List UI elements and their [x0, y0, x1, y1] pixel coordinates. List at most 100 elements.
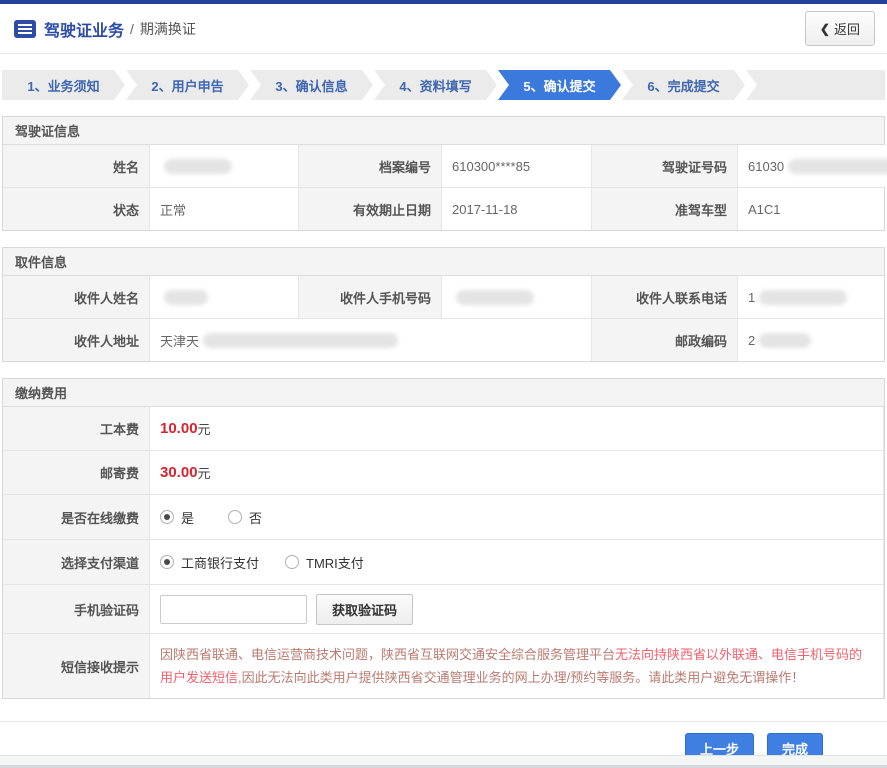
- pickup-label: 收件人手机号码: [299, 276, 442, 318]
- license-value-text: 61030: [748, 158, 785, 174]
- pickup-redacted-value: [164, 289, 208, 305]
- postage-fee-value: 30.00 元: [150, 451, 884, 494]
- payment-channel-option-tmri[interactable]: TMRI支付: [285, 553, 364, 572]
- license-value: 610300****85: [442, 145, 592, 187]
- payment-channel-tmri-label: TMRI支付: [306, 555, 364, 571]
- pickup-label: 收件人联系电话: [592, 276, 738, 318]
- postage-fee-unit: 元: [197, 466, 211, 481]
- postage-fee-amount: 30.00: [160, 464, 198, 481]
- step-6[interactable]: 6、完成提交: [622, 70, 745, 100]
- pickup-value-text: 天津天: [160, 333, 200, 349]
- license-row-2: 状态 正常 有效期止日期 2017-11-18 准驾车型 A1C1: [3, 187, 884, 230]
- license-info-table: 姓名 档案编号 610300****85 驾驶证号码 61030 状态 正常 有效期止日期 20…: [3, 145, 887, 230]
- license-value-text: 2017-11-18: [452, 201, 518, 217]
- breadcrumb-separator: /: [130, 20, 134, 37]
- pickup-info-table: 收件人姓名 收件人手机号码 收件人联系电话 1 收件人地址 天津天 邮政编码 2: [3, 276, 884, 361]
- radio-selected-icon[interactable]: [160, 510, 174, 524]
- sms-notice-text: 因陕西省联通、电信运营商技术问题，陕西省互联网交通安全综合服务管理平台无法向持陕…: [150, 634, 884, 698]
- pickup-redacted-value: [759, 332, 812, 348]
- license-value: [150, 145, 299, 187]
- license-label: 状态: [3, 188, 150, 230]
- pickup-redacted-value: [203, 332, 399, 348]
- back-arrow-icon: ❮: [819, 21, 830, 36]
- payment-channel-row: 选择支付渠道 工商银行支付 TMRI支付: [3, 539, 884, 584]
- get-sms-code-button[interactable]: 获取验证码: [316, 593, 414, 625]
- online-payment-radio-group: 是 否: [160, 508, 262, 527]
- payment-channel-value: 工商银行支付 TMRI支付: [150, 540, 884, 584]
- pickup-info-section: 取件信息 收件人姓名 收件人手机号码 收件人联系电话 1 收件人地址 天津天 邮政编码 2: [2, 247, 885, 362]
- sms-notice-part2: ,因此无法向此类用户提供陕西省交通管理业务的网上办理/预约等服务。请此类用户避免…: [238, 670, 805, 685]
- pickup-value: 2: [738, 319, 884, 361]
- payment-channel-radio-group: 工商银行支付 TMRI支付: [160, 553, 364, 572]
- license-value-text: 正常: [160, 202, 187, 218]
- radio-unselected-icon[interactable]: [228, 510, 243, 524]
- pickup-redacted-value: [759, 289, 848, 305]
- production-fee-unit: 元: [197, 422, 211, 437]
- license-business-icon: [14, 19, 36, 38]
- online-payment-yes-label: 是: [181, 510, 195, 526]
- license-value-text: 610300****85: [452, 158, 531, 174]
- pickup-label: 收件人姓名: [3, 276, 150, 318]
- pickup-label: 收件人地址: [3, 319, 150, 361]
- sms-notice-part1: 因陕西省联通、电信运营商技术问题，陕西省互联网交通安全综合服务管理平台: [160, 647, 616, 662]
- payment-channel-option-icbc[interactable]: 工商银行支付: [160, 553, 259, 572]
- radio-unselected-icon[interactable]: [285, 555, 300, 569]
- fees-section-title: 缴纳费用: [3, 379, 884, 407]
- pickup-value: [442, 276, 592, 318]
- radio-selected-icon[interactable]: [160, 555, 174, 569]
- payment-channel-icbc-label: 工商银行支付: [181, 555, 260, 571]
- step-4[interactable]: 4、资料填写: [374, 70, 497, 100]
- sms-code-input[interactable]: [160, 594, 307, 624]
- postage-fee-label: 邮寄费: [3, 451, 150, 494]
- license-value: 61030: [738, 145, 887, 187]
- pickup-redacted-value: [456, 289, 534, 305]
- pickup-value-text: 2: [748, 332, 756, 348]
- production-fee-value: 10.00 元: [150, 407, 884, 450]
- license-label: 准驾车型: [592, 188, 738, 230]
- license-info-section: 驾驶证信息 姓名 档案编号 610300****85 驾驶证号码 61030 状态 正常 有效…: [2, 116, 887, 231]
- license-label: 姓名: [3, 145, 150, 187]
- license-value: 正常: [150, 188, 299, 230]
- license-value: A1C1: [738, 188, 884, 230]
- step-progress-bar: 1、业务须知 2、用户申告 3、确认信息 4、资料填写 5、确认提交 6、完成提交: [2, 70, 885, 100]
- breadcrumb-current: 期满换证: [139, 20, 196, 37]
- postage-fee-row: 邮寄费 30.00 元: [3, 450, 884, 494]
- online-payment-option-no[interactable]: 否: [228, 508, 262, 527]
- step-5[interactable]: 5、确认提交: [498, 70, 621, 100]
- sms-code-row: 手机验证码 获取验证码: [3, 584, 884, 633]
- online-payment-row: 是否在线缴费 是 否: [3, 494, 884, 539]
- license-label: 有效期止日期: [299, 188, 442, 230]
- license-section-title: 驾驶证信息: [3, 117, 884, 145]
- step-3[interactable]: 3、确认信息: [250, 70, 373, 100]
- sms-notice-row: 短信接收提示 因陕西省联通、电信运营商技术问题，陕西省互联网交通安全综合服务管理…: [3, 633, 884, 698]
- online-payment-no-label: 否: [249, 510, 263, 526]
- back-button-label: 返回: [833, 22, 860, 37]
- page-header: 驾驶证业务 / 期满换证 ❮ 返回: [0, 4, 887, 54]
- pickup-value: 天津天: [150, 319, 592, 361]
- pickup-row-1: 收件人姓名 收件人手机号码 收件人联系电话 1: [3, 276, 884, 318]
- license-redacted-value: [788, 158, 887, 174]
- license-value-text: A1C1: [748, 201, 781, 217]
- production-fee-label: 工本费: [3, 407, 150, 450]
- step-2[interactable]: 2、用户申告: [126, 70, 249, 100]
- license-label: 驾驶证号码: [592, 145, 738, 187]
- pickup-label: 邮政编码: [592, 319, 738, 361]
- back-button[interactable]: ❮ 返回: [804, 11, 875, 46]
- sms-notice-label: 短信接收提示: [3, 634, 150, 698]
- pickup-value: 1: [738, 276, 884, 318]
- pickup-row-2: 收件人地址 天津天 邮政编码 2: [3, 318, 884, 361]
- license-redacted-value: [164, 158, 232, 174]
- fees-section: 缴纳费用 工本费 10.00元 邮寄费 30.00元 是否在线缴费 是 否: [2, 378, 885, 699]
- production-fee-amount: 10.00: [160, 420, 198, 437]
- pickup-section-title: 取件信息: [3, 248, 884, 276]
- production-fee-row: 工本费 10.00 元: [3, 407, 884, 450]
- license-row-1: 姓名 档案编号 610300****85 驾驶证号码 61030: [3, 145, 887, 187]
- online-payment-option-yes[interactable]: 是: [160, 508, 194, 527]
- sms-code-label: 手机验证码: [3, 585, 150, 633]
- payment-channel-label: 选择支付渠道: [3, 540, 150, 584]
- license-value: 2017-11-18: [442, 188, 592, 230]
- pickup-value: [150, 276, 299, 318]
- step-bar-filler: [746, 70, 885, 100]
- step-1[interactable]: 1、业务须知: [2, 70, 125, 100]
- license-label: 档案编号: [299, 145, 442, 187]
